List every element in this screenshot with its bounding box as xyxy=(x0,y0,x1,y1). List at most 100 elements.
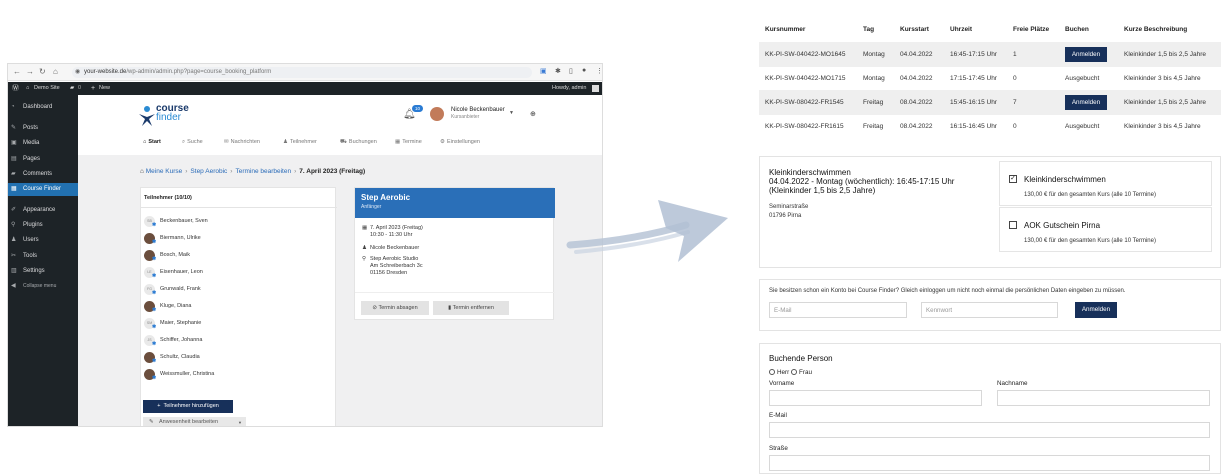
participant-row[interactable]: CS✱Schultz, Claudia xyxy=(144,350,334,364)
option-kleinkinderschwimmen[interactable]: ✓ Kleinkinderschwimmen 130,00 € für den … xyxy=(999,161,1212,206)
breadcrumb-item[interactable]: Step Aerobic xyxy=(190,168,227,175)
tab-einstellungen[interactable]: ⚙ Einstellungen xyxy=(440,138,480,146)
group-icon: ♟ xyxy=(283,139,288,145)
option-aok-gutschein[interactable]: AOK Gutschein Pirna 130,00 € für den ges… xyxy=(999,207,1212,252)
plus-icon: + xyxy=(91,85,96,92)
booker-email-field[interactable] xyxy=(769,422,1210,438)
menu-posts[interactable]: ✎ Posts xyxy=(8,122,78,135)
participant-row[interactable]: FG ✱ Grunwald, Frank xyxy=(144,282,334,296)
login-button[interactable]: Anmelden xyxy=(1075,302,1117,318)
participant-row[interactable]: SB ✱ Beckenbauer, Sven xyxy=(144,214,334,228)
cancel-event-button[interactable]: ⊘ Termin absagen xyxy=(361,301,429,315)
tab-start[interactable]: ⌂ Start xyxy=(143,138,161,146)
sidepanel-icon[interactable]: ▯ xyxy=(569,67,573,75)
course-finder-logo[interactable] xyxy=(138,105,156,127)
participant-row[interactable]: UB✱Biermann, Ulrike xyxy=(144,231,334,245)
register-button[interactable]: Anmelden xyxy=(1065,47,1107,62)
participant-name: Weissmuller, Christina xyxy=(160,371,215,377)
venue-city: 01156 Dresden xyxy=(370,270,408,276)
participant-name: Schultz, Claudia xyxy=(160,354,200,360)
participant-row[interactable]: SM ✱ Maier, Stephanie xyxy=(144,316,334,330)
table-row: KK-PI-SW-040422-MO1645 Montag 04.04.2022 16… xyxy=(759,42,1221,67)
radio-herr[interactable]: Herr xyxy=(769,369,789,376)
participant-row[interactable]: CW✱Weissmuller, Christina xyxy=(144,367,334,381)
checkbox-checked[interactable]: ✓ xyxy=(1009,175,1017,183)
person-icon: ✱ xyxy=(152,341,157,347)
reload-icon[interactable]: ↻ xyxy=(39,68,46,76)
tab-nachrichten[interactable]: ✉ Nachrichten xyxy=(224,138,260,146)
breadcrumb-item[interactable]: Termine bearbeiten xyxy=(235,168,291,175)
menu-plugins[interactable]: ⚲ Plugins xyxy=(8,219,78,232)
participant-row[interactable]: DK✱Kluge, Diana xyxy=(144,299,334,313)
settings-icon: ▥ xyxy=(11,268,17,274)
menu-media[interactable]: ▣ Media xyxy=(8,137,78,150)
menu-course-finder[interactable]: ▦ Course Finder xyxy=(8,183,78,196)
avatar[interactable] xyxy=(430,107,444,121)
checkbox-unchecked[interactable] xyxy=(1009,221,1017,229)
tab-suche[interactable]: ⌕ Suche xyxy=(182,138,203,146)
menu-appearance[interactable]: ✐ Appearance xyxy=(8,204,78,217)
tab-buchungen[interactable]: ⛟ Buchungen xyxy=(340,138,377,146)
tab-label: Suche xyxy=(187,139,203,145)
firstname-field[interactable] xyxy=(769,390,982,406)
avatar[interactable] xyxy=(592,85,599,92)
address-bar[interactable]: ◉ your-website.de/wp-admin/admin.php?pag… xyxy=(72,67,532,78)
lastname-field[interactable] xyxy=(997,390,1210,406)
breadcrumb-item[interactable]: Meine Kurse xyxy=(146,168,183,175)
translate-icon[interactable]: ▣ xyxy=(540,67,547,75)
table-cell: KK-PI-SW-040422-MO1645 xyxy=(765,51,846,58)
forward-icon[interactable]: → xyxy=(26,68,34,76)
menu-dashboard[interactable]: ◔ Dashboard xyxy=(8,101,78,114)
extensions-icon[interactable]: ✱ xyxy=(555,67,561,75)
radio-label: Frau xyxy=(799,369,812,376)
menu-settings[interactable]: ▥ Settings xyxy=(8,265,78,278)
menu-users[interactable]: ♟ Users xyxy=(8,234,78,247)
person-icon: ✱ xyxy=(152,324,157,330)
menu-tools[interactable]: ✂ Tools xyxy=(8,250,78,263)
home-icon[interactable]: ⌂ xyxy=(140,168,144,175)
breadcrumb-separator: › xyxy=(185,168,188,175)
menu-pages[interactable]: ▤ Pages xyxy=(8,153,78,166)
option-name: Kleinkinderschwimmen xyxy=(1024,175,1106,184)
participant-row[interactable]: JS ✱ Schiffer, Johanna xyxy=(144,333,334,347)
course-table: Kursnummer Tag Kursstart Uhrzeit Freie P… xyxy=(759,22,1221,138)
site-info-icon[interactable]: ◉ xyxy=(75,67,80,78)
login-card: Sie besitzen schon ein Konto bei Course … xyxy=(759,279,1221,331)
menu-icon[interactable]: ⋮ xyxy=(596,67,602,75)
new-menu[interactable]: New xyxy=(99,82,110,95)
tab-label: Einstellungen xyxy=(446,139,480,145)
email-field[interactable]: E-Mail xyxy=(769,302,907,318)
radio-frau[interactable]: Frau xyxy=(791,369,812,376)
comments-icon[interactable]: ▰ xyxy=(70,82,74,95)
back-icon[interactable]: ← xyxy=(13,68,21,76)
table-cell: 15:45-16:15 Uhr xyxy=(950,99,997,106)
wordpress-icon[interactable]: Ⓦ xyxy=(12,82,19,95)
person-icon: ✱ xyxy=(152,358,157,364)
chevron-down-icon[interactable]: ▼ xyxy=(509,110,514,116)
street-field[interactable] xyxy=(769,455,1210,471)
menu-collapse[interactable]: ◀ Collapse menu xyxy=(8,280,78,293)
profile-icon[interactable]: ● xyxy=(582,67,586,74)
password-field[interactable]: Kennwort xyxy=(921,302,1058,318)
menu-label: Course Finder xyxy=(23,186,62,192)
edit-attendance-button[interactable]: ✎ Anwesenheit bearbeiten ▼ xyxy=(143,417,246,426)
appearance-icon: ✐ xyxy=(11,207,17,213)
add-participant-button[interactable]: + Teilnehmer hinzufügen xyxy=(143,400,233,413)
globe-icon[interactable]: ⊕ xyxy=(530,110,536,118)
menu-label: Posts xyxy=(23,125,39,131)
register-button[interactable]: Anmelden xyxy=(1065,95,1107,110)
tab-teilnehmer[interactable]: ♟ Teilnehmer xyxy=(283,138,317,146)
participant-row[interactable]: MB✱Bosch, Maik xyxy=(144,248,334,262)
participant-name: Eisenhauer, Leon xyxy=(160,269,203,275)
menu-comments[interactable]: ▰ Comments xyxy=(8,168,78,181)
course-address: Seminarstraße 01796 Pirna xyxy=(769,203,808,221)
howdy-text[interactable]: Howdy, admin xyxy=(552,82,586,95)
tab-termine[interactable]: ▦ Termine xyxy=(395,138,422,146)
browser-window: ← → ↻ ⌂ ◉ your-website.de/wp-admin/admin… xyxy=(7,63,603,427)
participant-row[interactable]: LE ✱ Eisenhauer, Leon xyxy=(144,265,334,279)
remove-event-button[interactable]: ▮ Termin entfernen xyxy=(433,301,509,315)
table-cell: Freitag xyxy=(863,99,884,106)
user-name[interactable]: Nicole Beckenbauer xyxy=(451,107,505,113)
site-name[interactable]: Demo Site xyxy=(34,82,60,95)
home-icon[interactable]: ⌂ xyxy=(53,68,58,76)
